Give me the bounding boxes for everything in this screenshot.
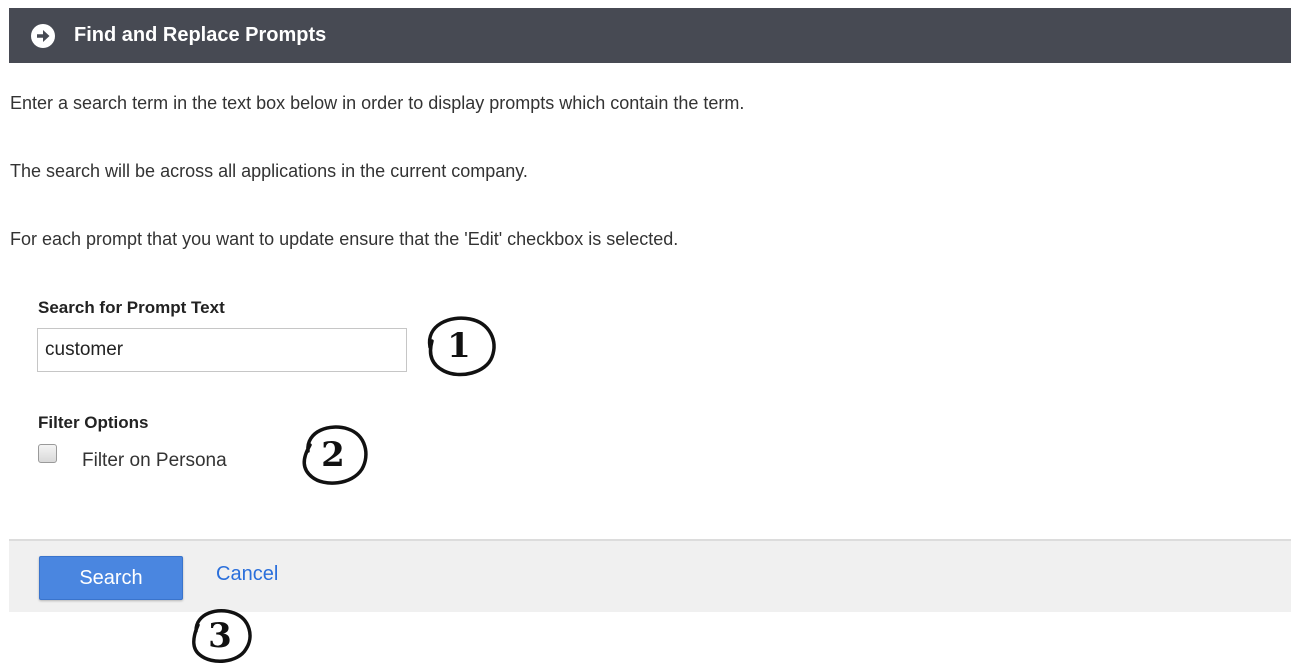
callout-3: 3 — [184, 605, 256, 667]
arrow-right-circle-icon — [30, 23, 56, 49]
cancel-link[interactable]: Cancel — [216, 563, 278, 586]
callout-3-number: 3 — [208, 616, 232, 656]
dialog-header: Find and Replace Prompts — [9, 8, 1291, 63]
callout-2-number: 2 — [321, 435, 345, 475]
filter-persona-checkbox[interactable] — [38, 444, 57, 463]
callout-1: 1 — [418, 311, 500, 381]
callout-2: 2 — [294, 421, 372, 489]
intro-line-1: Enter a search term in the text box belo… — [10, 93, 745, 113]
callout-1-number: 1 — [447, 326, 471, 366]
dialog-footer — [9, 539, 1291, 612]
search-input[interactable] — [37, 328, 407, 372]
search-button[interactable]: Search — [39, 556, 183, 600]
filter-persona-label[interactable]: Filter on Persona — [82, 450, 227, 472]
search-label: Search for Prompt Text — [38, 298, 225, 317]
filter-options-label: Filter Options — [38, 413, 149, 432]
intro-line-2: The search will be across all applicatio… — [10, 161, 528, 181]
intro-line-3: For each prompt that you want to update … — [10, 229, 679, 249]
dialog-title: Find and Replace Prompts — [74, 24, 327, 46]
